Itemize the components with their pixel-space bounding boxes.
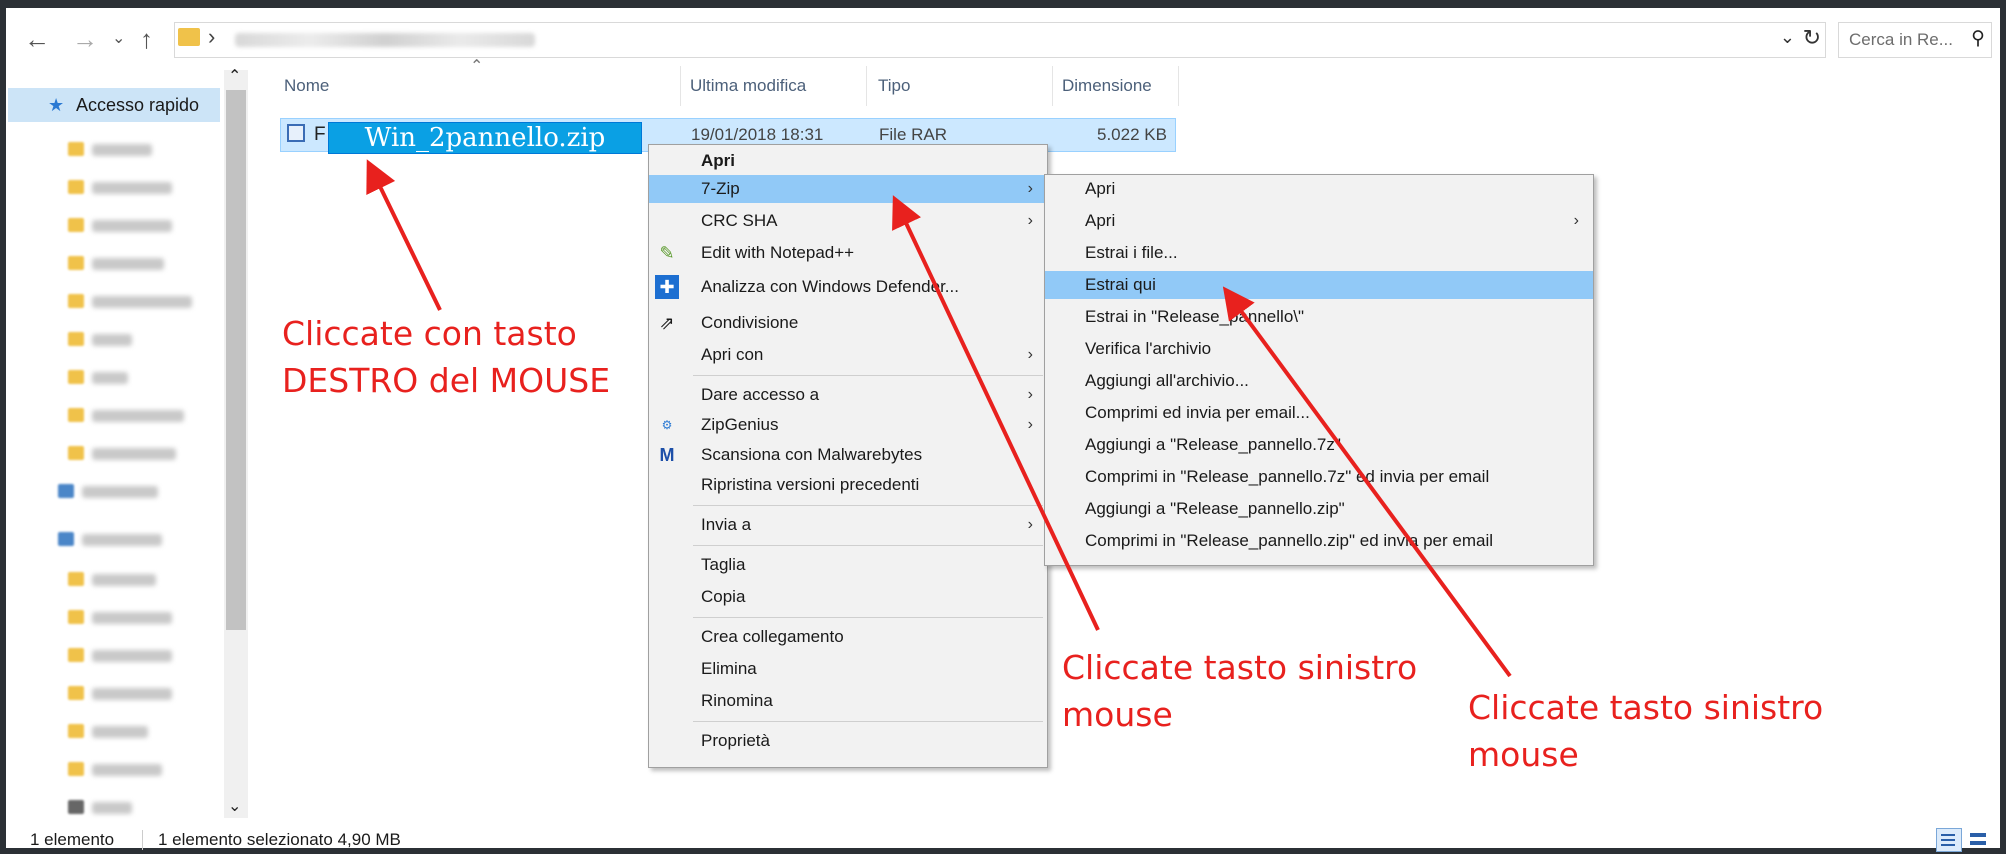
annotation-right-click: Cliccate con tasto DESTRO del MOUSE bbox=[282, 314, 611, 400]
status-selection: 1 elemento selezionato 4,90 MB bbox=[158, 830, 401, 849]
details-view-icon[interactable] bbox=[1936, 828, 1962, 852]
arrow-to-file bbox=[366, 159, 442, 311]
annotation-left-click-extract: Cliccate tasto sinistro mouse bbox=[1468, 688, 1824, 774]
arrow-to-7zip bbox=[892, 195, 1100, 631]
status-item-count: 1 elemento bbox=[30, 830, 115, 849]
large-icons-view-icon[interactable] bbox=[1966, 828, 1990, 850]
annotation-left-click-7zip: Cliccate tasto sinistro mouse bbox=[1062, 648, 1418, 734]
arrow-to-extract-here bbox=[1222, 286, 1512, 678]
